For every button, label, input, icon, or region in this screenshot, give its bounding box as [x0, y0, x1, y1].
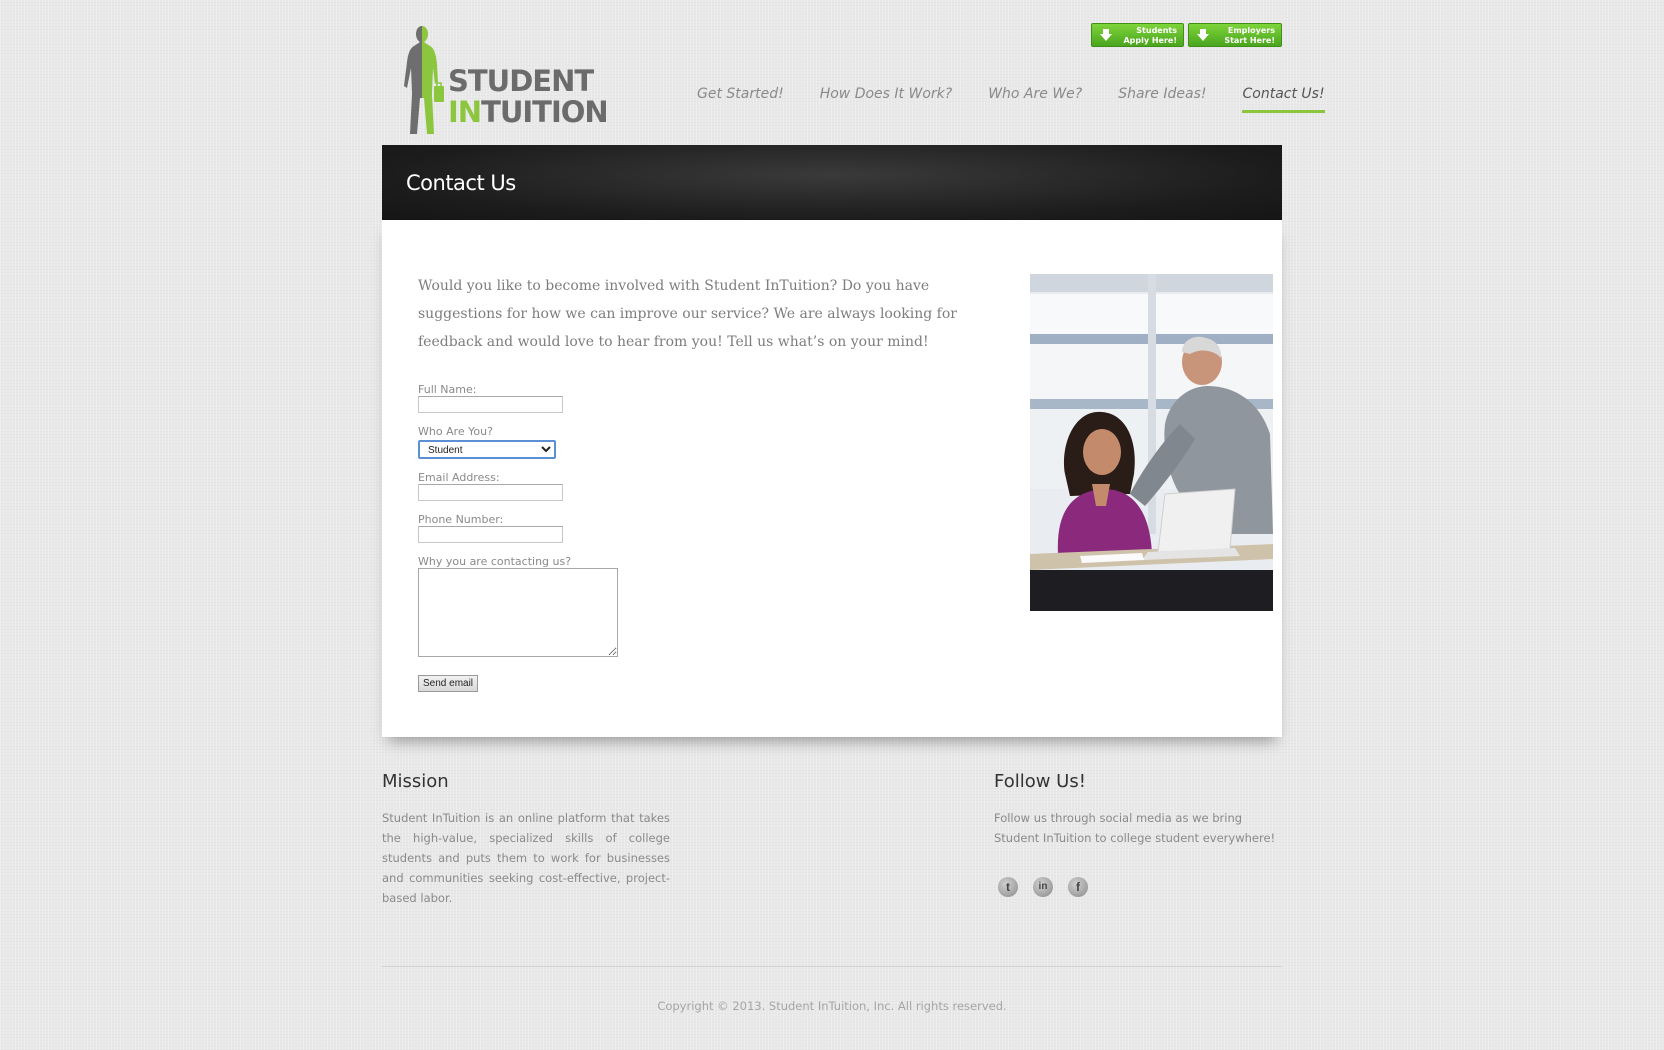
who-are-you-label: Who Are You? [418, 425, 493, 438]
follow-text: Follow us through social media as we bri… [994, 811, 1276, 845]
nav-share-ideas[interactable]: Share Ideas! [1118, 86, 1206, 113]
page-title: Contact Us [406, 171, 516, 195]
logo-line-2: INTUITION [448, 95, 609, 129]
site-logo[interactable]: STUDENT INTUITION [398, 24, 609, 138]
employers-start-line-1: Employers [1227, 26, 1275, 35]
page-title-banner: Contact Us [382, 145, 1282, 220]
copyright-text: Copyright © 2013. Student InTuition, Inc… [657, 999, 1007, 1013]
contact-form: Full Name: Who Are You? Student Email Ad… [418, 383, 618, 692]
content-panel: Would you like to become involved with S… [382, 220, 1282, 737]
reason-textarea[interactable] [418, 568, 618, 657]
follow-heading: Follow Us! [994, 771, 1086, 792]
download-arrow-icon [1100, 29, 1112, 41]
download-arrow-icon [1197, 29, 1209, 41]
who-are-you-select[interactable]: Student [418, 440, 556, 459]
logo-line-1: STUDENT [448, 64, 594, 98]
full-name-input[interactable] [418, 396, 563, 413]
students-apply-line-2: Apply Here! [1123, 36, 1177, 45]
logo-line-2-accent: IN [448, 95, 482, 129]
nav-contact-us[interactable]: Contact Us! [1242, 86, 1325, 113]
email-input[interactable] [418, 484, 563, 501]
students-apply-button[interactable]: Students Apply Here! [1091, 23, 1184, 47]
phone-input[interactable] [418, 526, 563, 543]
facebook-icon[interactable]: f [1068, 877, 1088, 897]
reason-label: Why you are contacting us? [418, 555, 572, 568]
nav-get-started[interactable]: Get Started! [697, 86, 784, 113]
mission-heading: Mission [382, 771, 449, 792]
full-name-label: Full Name: [418, 383, 477, 396]
office-photo [1030, 274, 1273, 611]
linkedin-icon[interactable]: in [1033, 877, 1053, 897]
mission-text: Student InTuition is an online platform … [382, 811, 670, 905]
employers-start-button[interactable]: Employers Start Here! [1188, 23, 1282, 47]
logo-wordmark: STUDENT INTUITION [448, 64, 609, 129]
phone-label: Phone Number: [418, 513, 504, 526]
send-email-button[interactable]: Send email [418, 675, 479, 692]
twitter-icon[interactable]: t [998, 877, 1018, 897]
intro-text: Would you like to become involved with S… [418, 278, 957, 350]
students-apply-line-1: Students [1136, 26, 1177, 35]
nav-who-are-we[interactable]: Who Are We? [988, 86, 1082, 113]
logo-figure-icon [404, 26, 444, 134]
logo-line-2-rest: TUITION [481, 95, 609, 129]
email-label: Email Address: [418, 471, 500, 484]
nav-how-it-works[interactable]: How Does It Work? [820, 86, 952, 113]
employers-start-line-2: Start Here! [1224, 36, 1275, 45]
footer-divider [382, 966, 1282, 967]
main-nav: Get Started! How Does It Work? Who Are W… [697, 86, 1325, 113]
